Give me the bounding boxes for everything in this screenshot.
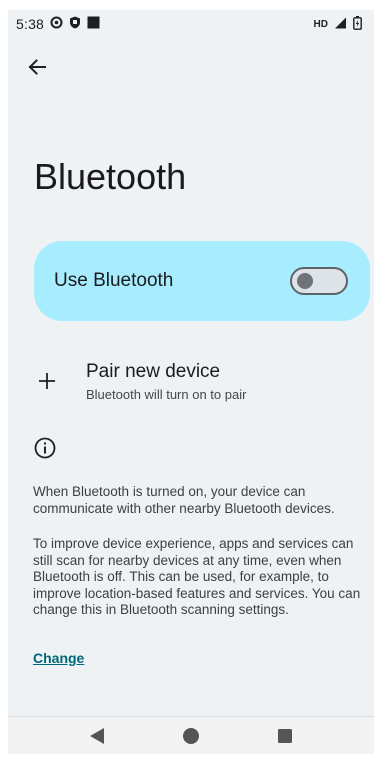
nav-back-button[interactable]: [82, 721, 112, 751]
info-icon: [34, 437, 56, 459]
pair-new-device-title: Pair new device: [86, 360, 221, 382]
nav-recents-button[interactable]: [270, 721, 300, 751]
nav-back-icon: [90, 727, 104, 744]
use-bluetooth-label: Use Bluetooth: [54, 270, 174, 291]
pair-new-device-subtitle: Bluetooth will turn on to pair: [86, 386, 247, 402]
square-notification-icon: [87, 16, 100, 32]
use-bluetooth-toggle-row[interactable]: Use Bluetooth: [34, 241, 370, 321]
switch-thumb: [297, 273, 313, 289]
status-left: 5:38: [16, 16, 100, 32]
nav-home-icon: [183, 727, 199, 744]
page-title: Bluetooth: [34, 156, 187, 197]
plus-icon: [39, 373, 55, 389]
info-paragraph-1: When Bluetooth is turned on, your device…: [33, 484, 335, 516]
settings-screen: 5:38 HD Bluetooth Use Bluetooth Pair new…: [8, 10, 374, 754]
back-button[interactable]: [22, 52, 52, 82]
nav-home-button[interactable]: [176, 721, 206, 751]
nav-recents-icon: [278, 728, 292, 743]
back-arrow-icon: [28, 59, 46, 75]
change-scanning-settings-link[interactable]: Change: [33, 650, 84, 666]
pair-new-device-row[interactable]: Pair new device Bluetooth will turn on t…: [8, 352, 374, 410]
status-bar: 5:38 HD: [8, 10, 374, 38]
signal-icon: [334, 16, 347, 32]
pair-text: Pair new device Bluetooth will turn on t…: [86, 361, 246, 402]
network-type-label: HD: [313, 18, 328, 30]
battery-icon: [353, 15, 362, 33]
status-time: 5:38: [16, 16, 45, 32]
navigation-bar: [8, 717, 374, 754]
status-right: HD: [313, 15, 362, 33]
notification-circle-icon: [50, 16, 63, 32]
info-paragraph-2: To improve device experience, apps and s…: [33, 536, 361, 617]
shield-icon: [69, 16, 81, 32]
bluetooth-switch[interactable]: [290, 267, 348, 295]
